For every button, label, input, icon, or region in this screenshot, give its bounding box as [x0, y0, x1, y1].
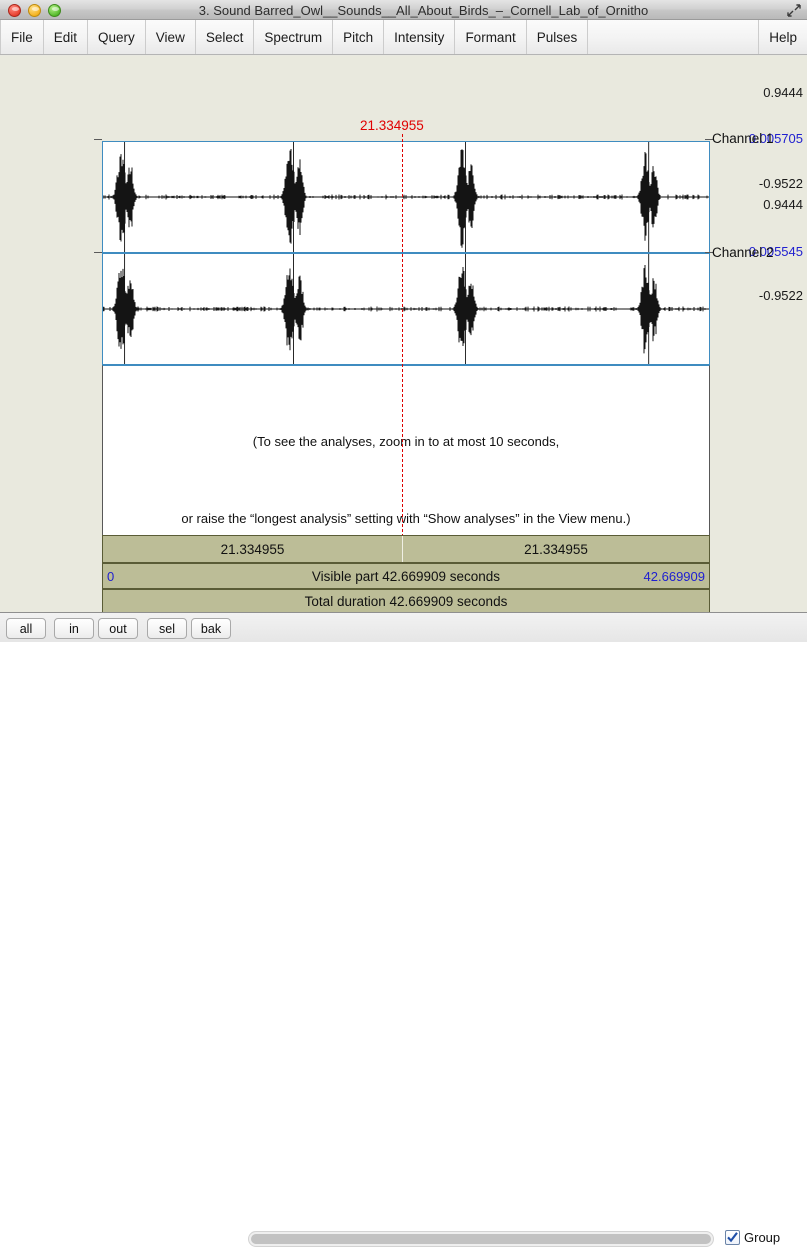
bottom-toolbar: all in out sel bak Group — [0, 612, 807, 642]
selection-time-row[interactable]: 21.334955 21.334955 — [102, 535, 710, 563]
visible-end-value: 42.669909 — [644, 564, 705, 588]
menu-item-help[interactable]: Help — [758, 20, 807, 54]
resize-grip-icon[interactable] — [786, 3, 802, 18]
menu-item-view[interactable]: View — [146, 20, 196, 54]
channel-2-waveform — [103, 254, 709, 364]
menu-item-pitch[interactable]: Pitch — [333, 20, 384, 54]
selection-start-value: 21.334955 — [103, 536, 403, 562]
zoom-in-button[interactable]: in — [54, 618, 94, 639]
group-checkbox[interactable] — [725, 1230, 740, 1245]
channel-2-mid-tick-left — [94, 252, 102, 253]
title-bar: 3. Sound Barred_Owl__Sounds__All_About_B… — [0, 0, 807, 20]
minimize-icon[interactable] — [28, 4, 41, 17]
analysis-message-line-1: (To see the analyses, zoom in to at most… — [103, 434, 709, 449]
menu-item-query[interactable]: Query — [88, 20, 146, 54]
channel-2-waveform-panel[interactable] — [102, 253, 710, 365]
menu-item-intensity[interactable]: Intensity — [384, 20, 455, 54]
menu-item-spectrum[interactable]: Spectrum — [254, 20, 333, 54]
total-duration-label: Total duration 42.669909 seconds — [103, 590, 709, 613]
menu-items: File Edit Query View Select Spectrum Pit… — [0, 20, 588, 54]
menu-item-formant[interactable]: Formant — [455, 20, 526, 54]
group-label: Group — [744, 1230, 780, 1245]
menu-item-file[interactable]: File — [0, 20, 44, 54]
praat-sound-editor-window: 3. Sound Barred_Owl__Sounds__All_About_B… — [0, 0, 807, 642]
visible-part-row[interactable]: 0 Visible part 42.669909 seconds 42.6699… — [102, 563, 710, 589]
zoom-sel-button[interactable]: sel — [147, 618, 187, 639]
channel-1-name-label: Channel 1 — [712, 131, 774, 146]
window-title: 3. Sound Barred_Owl__Sounds__All_About_B… — [80, 2, 767, 19]
channel-1-waveform-panel[interactable] — [102, 141, 710, 253]
analysis-message-line-2: or raise the “longest analysis” setting … — [103, 511, 709, 526]
selection-end-value: 21.334955 — [403, 536, 709, 562]
menu-item-select[interactable]: Select — [196, 20, 255, 54]
zoom-bak-button[interactable]: bak — [191, 618, 231, 639]
close-icon[interactable] — [8, 4, 21, 17]
checkmark-icon — [726, 1231, 739, 1244]
channel-1-mid-tick-left — [94, 139, 102, 140]
cursor-time-label: 21.334955 — [360, 118, 424, 133]
menu-item-pulses[interactable]: Pulses — [527, 20, 589, 54]
channel-2-ymin-label: -0.9522 — [709, 288, 807, 303]
channel-1-ymin-label: -0.9522 — [709, 176, 807, 191]
editor-canvas: 21.334955 (To see the analyses, zoom in … — [0, 56, 807, 612]
channel-2-ymax-label: 0.9444 — [709, 197, 807, 212]
total-duration-row[interactable]: Total duration 42.669909 seconds — [102, 589, 710, 614]
horizontal-scrollbar[interactable] — [248, 1231, 714, 1247]
zoom-out-button[interactable]: out — [98, 618, 138, 639]
scrollbar-thumb[interactable] — [251, 1234, 711, 1244]
cursor-line — [402, 134, 403, 592]
channel-1-ymax-label: 0.9444 — [709, 85, 807, 100]
zoom-icon[interactable] — [48, 4, 61, 17]
menu-bar: File Edit Query View Select Spectrum Pit… — [0, 20, 807, 55]
visible-part-label: Visible part 42.669909 seconds — [103, 564, 709, 588]
zoom-all-button[interactable]: all — [6, 618, 46, 639]
menu-item-edit[interactable]: Edit — [44, 20, 88, 54]
channel-1-waveform — [103, 142, 709, 252]
channel-2-name-label: Channel 2 — [712, 245, 774, 260]
